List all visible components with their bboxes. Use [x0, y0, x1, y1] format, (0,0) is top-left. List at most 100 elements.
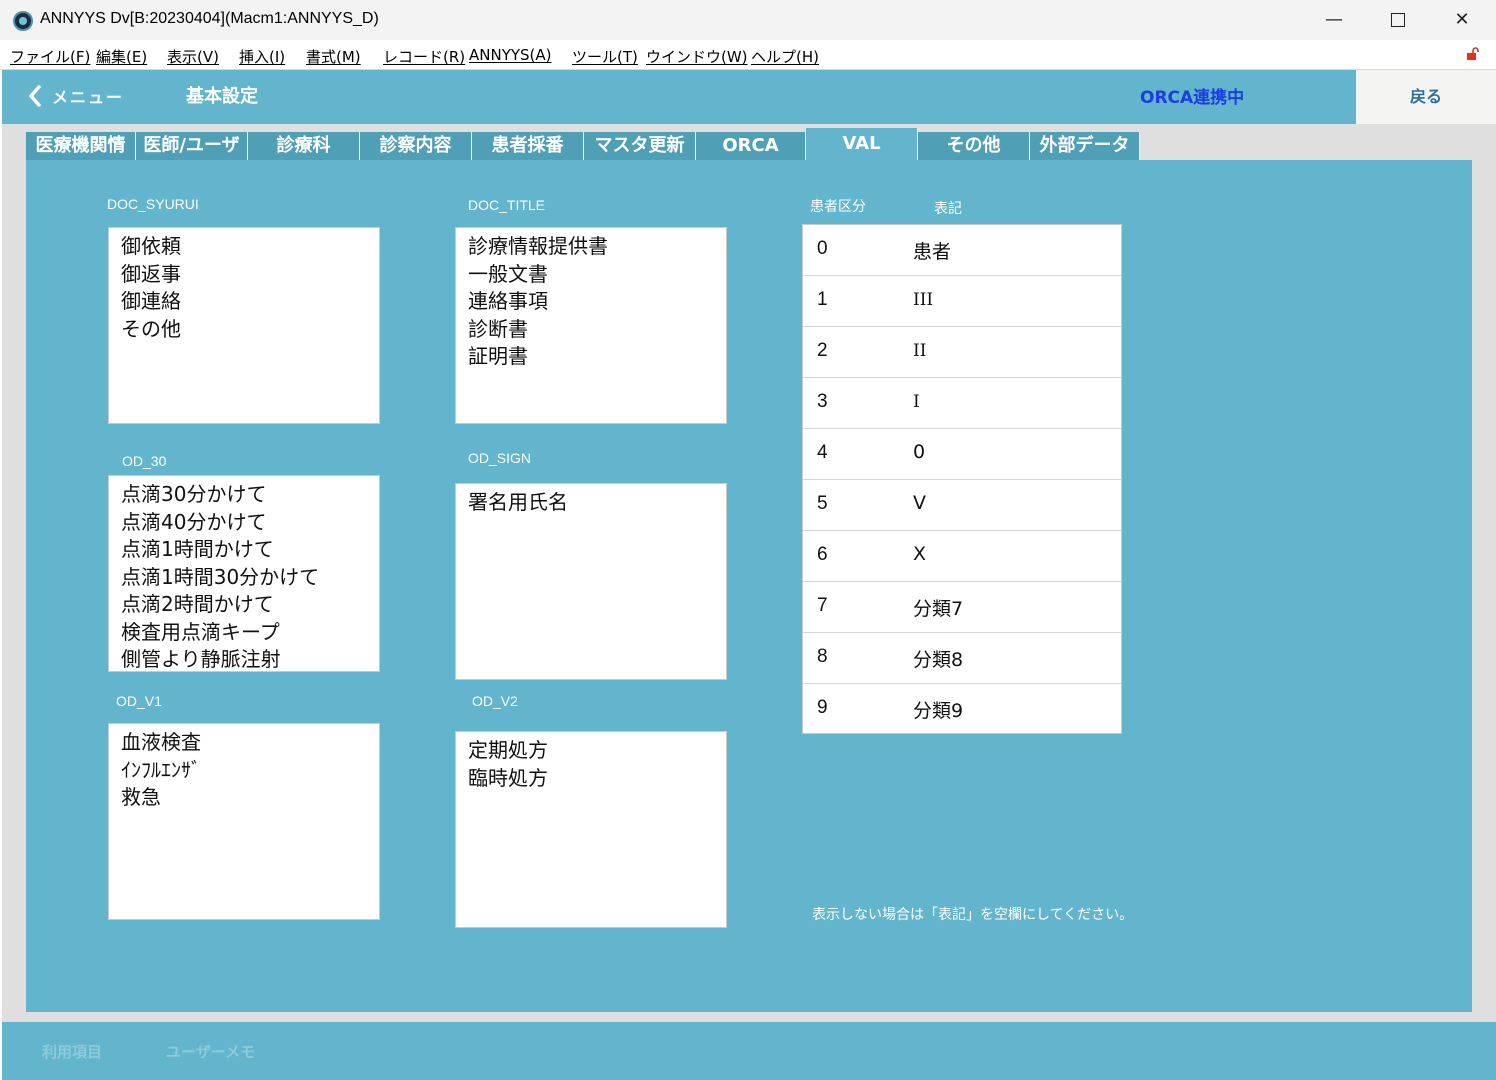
list-item: ｲﾝﾌﾙｴﾝｻﾞ	[121, 757, 201, 782]
list-item: 診療情報提供書	[468, 234, 608, 258]
patient-class-notation-field[interactable]: 患者	[913, 237, 951, 264]
tab-val[interactable]: VAL	[806, 128, 918, 160]
list-item: 署名用氏名	[468, 490, 568, 514]
od-v1-label: OD_V1	[116, 693, 162, 709]
minimize-button[interactable]: —	[1302, 0, 1366, 40]
menu-edit[interactable]: 編集(E)	[96, 46, 147, 67]
patient-class-notation-field[interactable]: 0	[913, 441, 925, 463]
window-titlebar: ANNYYS Dv[B:20230404](Macm1:ANNYYS_D) — …	[0, 0, 1496, 40]
patient-class-notation-field[interactable]: 分類8	[913, 645, 963, 672]
od-v1-textarea[interactable]: 血液検査 ｲﾝﾌﾙｴﾝｻﾞ 救急	[108, 723, 380, 920]
list-item: 一般文書	[468, 261, 548, 286]
od-30-label: OD_30	[122, 453, 167, 469]
menu-help[interactable]: ヘルプ(H)	[751, 46, 819, 67]
unlock-icon[interactable]	[1466, 47, 1480, 61]
chevron-left-icon[interactable]	[26, 84, 44, 108]
list-item: 点滴30分かけて	[121, 482, 267, 506]
table-row: 9 分類9	[803, 684, 1121, 735]
tab-external-data[interactable]: 外部データ	[1030, 132, 1140, 160]
tab-patient-numbering[interactable]: 患者採番	[472, 132, 584, 160]
od-v2-textarea[interactable]: 定期処方 臨時処方	[455, 731, 727, 928]
list-item: 点滴2時間かけて	[121, 592, 274, 616]
tab-other[interactable]: その他	[918, 132, 1030, 160]
back-button[interactable]: 戻る	[1356, 70, 1496, 124]
menu-tools[interactable]: ツール(T)	[572, 46, 638, 67]
list-item: 側管より静脈注射	[121, 647, 281, 671]
patient-class-code: 4	[817, 442, 828, 463]
menu-annyys[interactable]: ANNYYS(A)	[469, 46, 552, 64]
list-item: 救急	[121, 785, 161, 809]
patient-class-code: 6	[817, 544, 828, 565]
patient-class-notation-field[interactable]: I	[913, 392, 920, 412]
menu-window[interactable]: ウインドウ(W)	[646, 46, 748, 67]
menu-file[interactable]: ファイル(F)	[10, 46, 90, 67]
list-item: 臨時処方	[468, 765, 548, 790]
footer-usage-items-link[interactable]: 利用項目	[42, 1041, 102, 1062]
list-item: 点滴1時間30分かけて	[121, 564, 320, 589]
menu-bar: ファイル(F) 編集(E) 表示(V) 挿入(I) 書式(M) レコード(R) …	[0, 40, 1496, 70]
table-row: 6 X	[803, 531, 1121, 582]
patient-class-notation-field[interactable]: II	[913, 341, 926, 361]
patient-class-code: 5	[817, 493, 828, 514]
list-item: 御依頼	[121, 234, 181, 258]
list-item: 証明書	[468, 344, 528, 368]
patient-class-code: 8	[817, 646, 828, 667]
maximize-button[interactable]	[1366, 0, 1430, 40]
patient-class-code: 1	[817, 289, 828, 310]
menu-record[interactable]: レコード(R)	[383, 46, 465, 67]
table-row: 2 II	[803, 327, 1121, 378]
od-sign-label: OD_SIGN	[468, 450, 532, 466]
tab-consultation[interactable]: 診察内容	[360, 132, 472, 160]
tab-doctor-user[interactable]: 医師/ユーザ	[136, 132, 248, 160]
list-item: 御連絡	[121, 289, 181, 313]
patient-class-notation-field[interactable]: V	[913, 492, 926, 514]
list-item: 血液検査	[121, 730, 201, 754]
patient-class-notation-field[interactable]: 分類9	[913, 696, 963, 723]
doc-syurui-label: DOC_SYURUI	[107, 196, 199, 212]
orca-status-label: ORCA連携中	[1140, 88, 1245, 108]
patient-class-notation-field[interactable]: X	[913, 543, 926, 565]
table-row: 4 0	[803, 429, 1121, 480]
patient-class-code: 3	[817, 391, 828, 412]
patient-class-code: 0	[817, 238, 828, 259]
list-item: 御返事	[121, 261, 181, 286]
list-item: 点滴40分かけて	[121, 509, 267, 534]
menu-view[interactable]: 表示(V)	[167, 46, 219, 67]
doc-title-textarea[interactable]: 診療情報提供書 一般文書 連絡事項 診断書 証明書	[455, 227, 727, 424]
menu-back-link[interactable]: メニュー	[52, 84, 124, 108]
tab-orca[interactable]: ORCA	[696, 132, 806, 160]
menu-format[interactable]: 書式(M)	[306, 46, 361, 67]
table-row: 0 患者	[803, 225, 1121, 276]
od-sign-textarea[interactable]: 署名用氏名	[455, 483, 727, 680]
patient-class-code: 2	[817, 340, 828, 361]
notation-hint-text: 表示しない場合は「表記」を空欄にしてください。	[812, 907, 1134, 923]
patient-class-code: 9	[817, 697, 828, 718]
doc-syurui-textarea[interactable]: 御依頼 御返事 御連絡 その他	[108, 227, 380, 424]
doc-title-label: DOC_TITLE	[468, 197, 546, 213]
notation-header: 表記	[934, 200, 962, 216]
patient-class-code: 7	[817, 595, 828, 616]
footer-user-memo-link[interactable]: ユーザーメモ	[166, 1041, 255, 1062]
list-item: 検査用点滴キープ	[121, 619, 280, 644]
app-logo-icon	[13, 11, 33, 31]
page-title: 基本設定	[186, 86, 258, 107]
table-row: 7 分類7	[803, 582, 1121, 633]
list-item: 診断書	[468, 316, 528, 341]
tab-department[interactable]: 診療科	[248, 132, 360, 160]
patient-class-notation-field[interactable]: 分類7	[913, 594, 963, 621]
maximize-icon	[1391, 13, 1405, 27]
close-button[interactable]: ✕	[1430, 0, 1494, 40]
list-item: 定期処方	[468, 738, 548, 762]
tab-master-update[interactable]: マスタ更新	[584, 132, 696, 160]
patient-class-notation-field[interactable]: III	[913, 290, 933, 310]
table-row: 1 III	[803, 276, 1121, 327]
od-v2-label: OD_V2	[472, 693, 518, 709]
list-item: その他	[121, 316, 181, 341]
od-30-textarea[interactable]: 点滴30分かけて 点滴40分かけて 点滴1時間かけて 点滴1時間30分かけて 点…	[108, 475, 380, 672]
patient-class-table: 0 患者 1 III 2 II 3 I 4 0 5 V 6 X 7 分類7 8 …	[802, 224, 1122, 734]
tab-medical-institution[interactable]: 医療機関情	[26, 132, 136, 160]
menu-insert[interactable]: 挿入(I)	[239, 46, 285, 67]
window-title: ANNYYS Dv[B:20230404](Macm1:ANNYYS_D)	[40, 10, 379, 27]
table-row: 5 V	[803, 480, 1121, 531]
table-row: 3 I	[803, 378, 1121, 429]
